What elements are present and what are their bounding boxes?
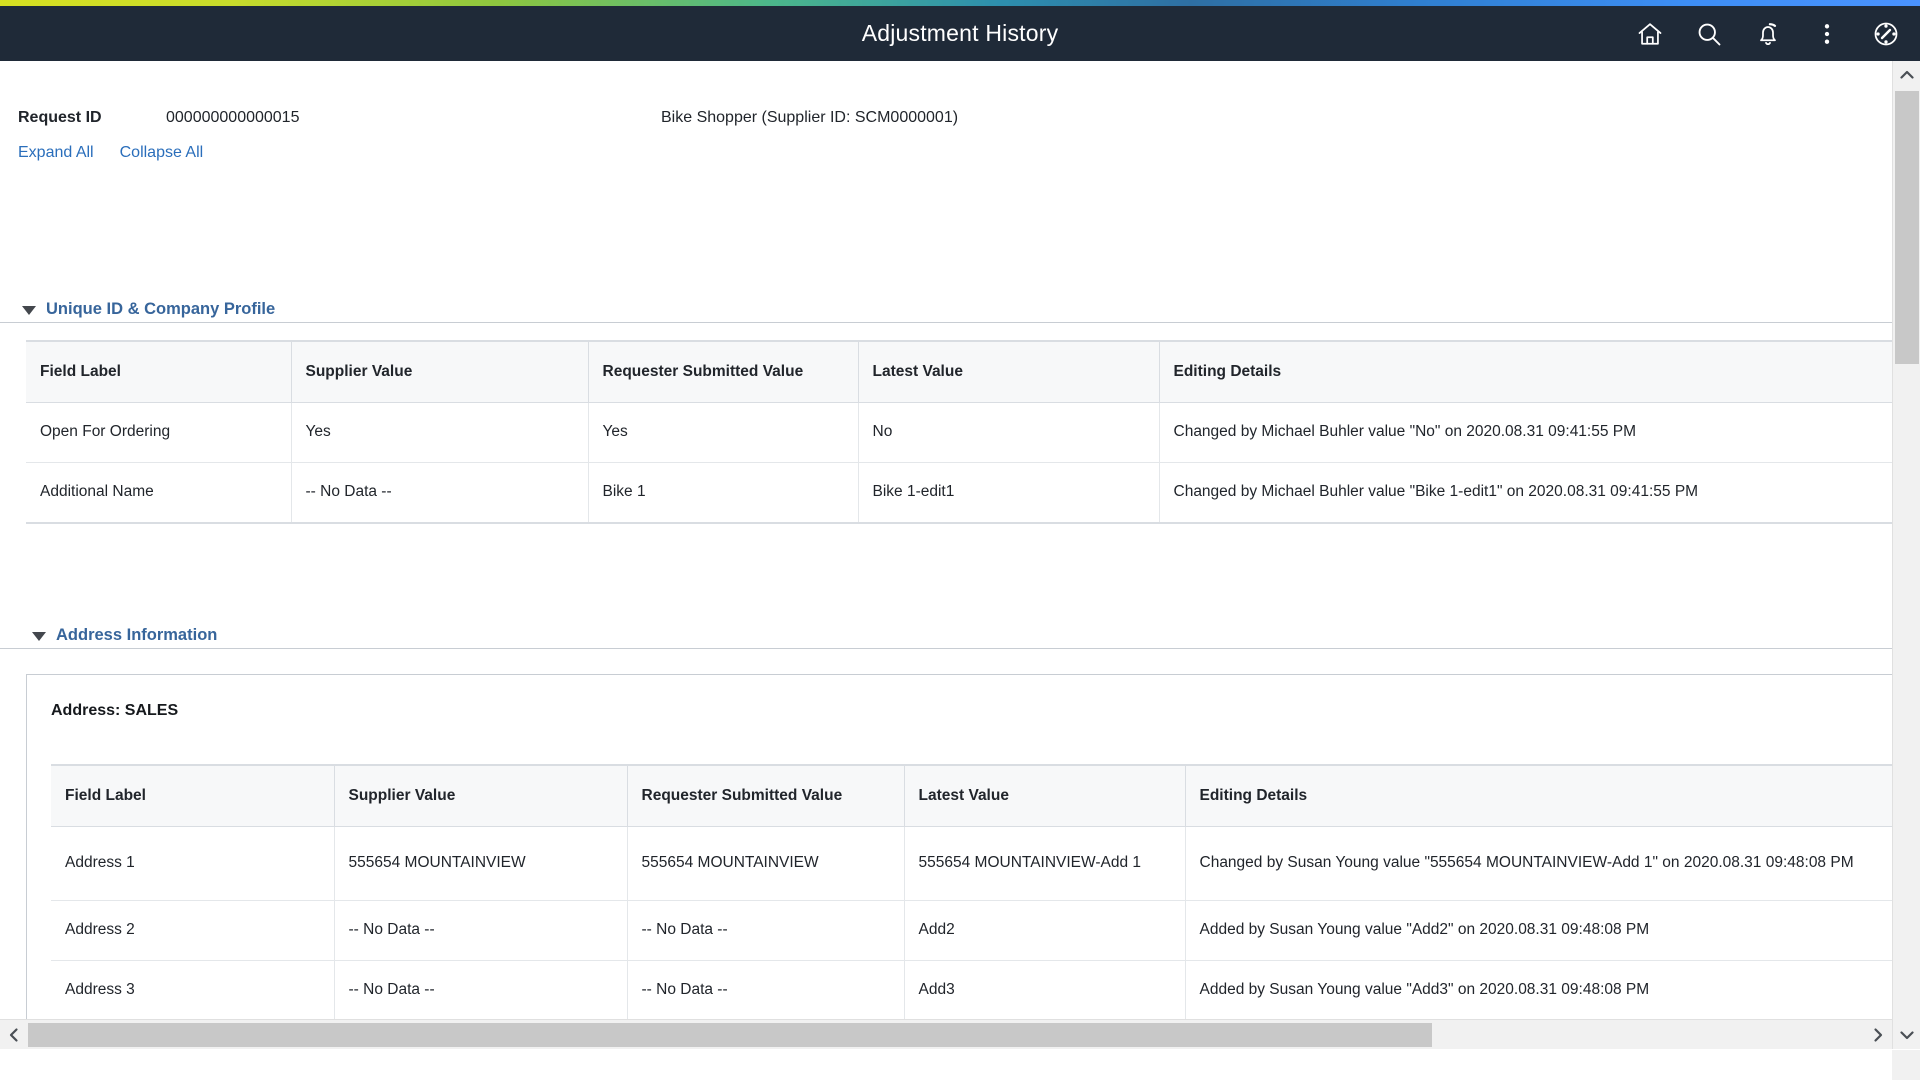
- supplier-info-text: Bike Shopper (Supplier ID: SCM0000001): [661, 109, 958, 127]
- cell-requester-submitted-value: 555654 MOUNTAINVIEW: [627, 826, 904, 900]
- page-scroll-area: Request ID 000000000000015 Bike Shopper …: [0, 61, 1892, 1049]
- collapse-caret-down-icon: [22, 306, 36, 315]
- search-icon[interactable]: [1693, 18, 1725, 50]
- table-header-row: Field Label Supplier Value Requester Sub…: [26, 342, 1892, 402]
- col-header-supplier-value[interactable]: Supplier Value: [334, 766, 627, 826]
- header-icon-group: [1634, 6, 1902, 61]
- table-row: Open For Ordering Yes Yes No Changed by …: [26, 402, 1892, 462]
- scroll-up-arrow-icon[interactable]: [1893, 61, 1920, 89]
- cell-latest-value: Bike 1-edit1: [858, 462, 1159, 522]
- adjustment-grid-unique-id: Field Label Supplier Value Requester Sub…: [26, 340, 1892, 524]
- cell-requester-submitted-value: -- No Data --: [627, 960, 904, 1020]
- cell-editing-details: Changed by Susan Young value "555654 MOU…: [1185, 826, 1892, 900]
- address-subsection-panel: Address: SALES Field Label Supplier Valu…: [26, 674, 1892, 1049]
- collapse-caret-down-icon: [32, 632, 46, 641]
- section-address-information: Address Information: [0, 623, 1892, 649]
- scrollbar-corner: [1892, 1050, 1920, 1080]
- cell-editing-details: Added by Susan Young value "Add3" on 202…: [1185, 960, 1892, 1020]
- col-header-field-label[interactable]: Field Label: [51, 766, 334, 826]
- table-row: Address 2 -- No Data -- -- No Data -- Ad…: [51, 900, 1892, 960]
- cell-latest-value: Add2: [904, 900, 1185, 960]
- table-row: Address 3 -- No Data -- -- No Data -- Ad…: [51, 960, 1892, 1020]
- page-title: Adjustment History: [0, 20, 1920, 47]
- expand-collapse-toolbar: Expand All Collapse All: [18, 144, 203, 162]
- col-header-editing-details[interactable]: Editing Details: [1159, 342, 1892, 402]
- cell-editing-details: Changed by Michael Buhler value "Bike 1-…: [1159, 462, 1892, 522]
- cell-latest-value: Add3: [904, 960, 1185, 1020]
- cell-field-label: Open For Ordering: [26, 402, 291, 462]
- table-row: Address 1 555654 MOUNTAINVIEW 555654 MOU…: [51, 826, 1892, 900]
- grid-wrapper: Field Label Supplier Value Requester Sub…: [26, 340, 1892, 524]
- cell-supplier-value: -- No Data --: [291, 462, 588, 522]
- cell-editing-details: Added by Susan Young value "Add2" on 202…: [1185, 900, 1892, 960]
- section-title: Address Information: [56, 626, 217, 645]
- section-header-unique-id-company-profile[interactable]: Unique ID & Company Profile: [0, 297, 1892, 323]
- section-title: Unique ID & Company Profile: [46, 300, 275, 319]
- section-unique-id-company-profile: Unique ID & Company Profile: [0, 297, 1892, 323]
- navbar-compass-icon[interactable]: [1870, 18, 1902, 50]
- brand-gradient-strip: [0, 0, 1920, 6]
- data-table: Field Label Supplier Value Requester Sub…: [26, 342, 1892, 522]
- col-header-requester-submitted-value[interactable]: Requester Submitted Value: [627, 766, 904, 826]
- notification-bell-icon[interactable]: [1752, 18, 1784, 50]
- cell-field-label: Address 3: [51, 960, 334, 1020]
- cell-supplier-value: 555654 MOUNTAINVIEW: [334, 826, 627, 900]
- request-id-label: Request ID: [18, 109, 102, 127]
- actions-menu-icon[interactable]: [1811, 18, 1843, 50]
- grid-wrapper: Field Label Supplier Value Requester Sub…: [51, 764, 1892, 1049]
- cell-requester-submitted-value: Bike 1: [588, 462, 858, 522]
- cell-field-label: Address 2: [51, 900, 334, 960]
- col-header-field-label[interactable]: Field Label: [26, 342, 291, 402]
- col-header-supplier-value[interactable]: Supplier Value: [291, 342, 588, 402]
- cell-editing-details: Changed by Michael Buhler value "No" on …: [1159, 402, 1892, 462]
- cell-requester-submitted-value: -- No Data --: [627, 900, 904, 960]
- cell-latest-value: 555654 MOUNTAINVIEW-Add 1: [904, 826, 1185, 900]
- cell-supplier-value: -- No Data --: [334, 960, 627, 1020]
- request-summary-row: Request ID 000000000000015 Bike Shopper …: [0, 109, 1400, 133]
- col-header-requester-submitted-value[interactable]: Requester Submitted Value: [588, 342, 858, 402]
- scroll-right-arrow-icon[interactable]: [1864, 1020, 1892, 1049]
- horizontal-scrollbar[interactable]: [0, 1019, 1892, 1049]
- section-header-address-information[interactable]: Address Information: [0, 623, 1892, 649]
- cell-supplier-value: Yes: [291, 402, 588, 462]
- cell-latest-value: No: [858, 402, 1159, 462]
- table-row: Additional Name -- No Data -- Bike 1 Bik…: [26, 462, 1892, 522]
- cell-field-label: Address 1: [51, 826, 334, 900]
- cell-supplier-value: -- No Data --: [334, 900, 627, 960]
- app-header: Adjustment History: [0, 6, 1920, 61]
- vertical-scroll-thumb[interactable]: [1895, 91, 1919, 364]
- table-header-row: Field Label Supplier Value Requester Sub…: [51, 766, 1892, 826]
- col-header-latest-value[interactable]: Latest Value: [858, 342, 1159, 402]
- adjustment-grid-address: Field Label Supplier Value Requester Sub…: [51, 764, 1892, 1049]
- address-subgroup-title: Address: SALES: [51, 702, 178, 720]
- col-header-latest-value[interactable]: Latest Value: [904, 766, 1185, 826]
- vertical-scrollbar[interactable]: [1892, 61, 1920, 1049]
- cell-requester-submitted-value: Yes: [588, 402, 858, 462]
- horizontal-scroll-thumb[interactable]: [28, 1023, 1432, 1047]
- data-table: Field Label Supplier Value Requester Sub…: [51, 766, 1892, 1049]
- collapse-all-link[interactable]: Collapse All: [120, 144, 204, 162]
- request-id-value: 000000000000015: [166, 109, 299, 127]
- home-icon[interactable]: [1634, 18, 1666, 50]
- expand-all-link[interactable]: Expand All: [18, 144, 94, 162]
- scroll-down-arrow-icon[interactable]: [1893, 1021, 1920, 1049]
- col-header-editing-details[interactable]: Editing Details: [1185, 766, 1892, 826]
- cell-field-label: Additional Name: [26, 462, 291, 522]
- scroll-left-arrow-icon[interactable]: [0, 1020, 28, 1049]
